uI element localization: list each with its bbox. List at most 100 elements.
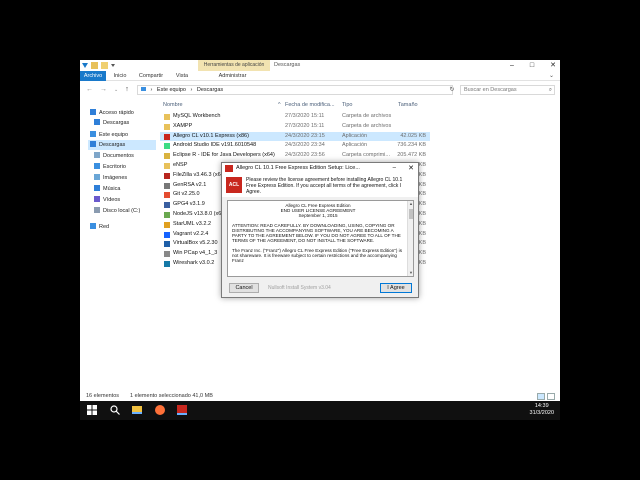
sidebar-item[interactable]: Acceso rápido: [90, 108, 134, 118]
quick-access-toolbar: [82, 62, 115, 69]
download-folder-icon: [90, 141, 96, 147]
scroll-up-icon[interactable]: ▲: [408, 201, 413, 207]
license-dialog: Allegro CL 10.1 Free Express Edition Set…: [221, 162, 419, 298]
sidebar-item[interactable]: Escritorio: [94, 162, 126, 172]
file-explorer-icon[interactable]: [132, 406, 142, 414]
firefox-icon[interactable]: [155, 405, 165, 415]
documents-icon: [94, 152, 100, 158]
filezilla-icon: [164, 172, 170, 179]
git-icon: [164, 192, 170, 199]
refresh-icon[interactable]: ↻: [447, 85, 457, 95]
computer-icon: [90, 131, 96, 137]
navigation-buttons: ← → ⌄ ↑: [86, 86, 129, 94]
file-row[interactable]: XAMPP 27/3/2020 15:11 Carpeta de archivos: [160, 122, 430, 132]
tab-vista[interactable]: Vista: [172, 71, 192, 81]
customize-toolbar-icon[interactable]: [111, 64, 115, 67]
tab-compartir[interactable]: Compartir: [136, 71, 166, 81]
window-controls: – □ ✕: [510, 60, 556, 71]
close-button[interactable]: ✕: [550, 60, 556, 71]
staruml-icon: [164, 221, 170, 228]
file-date: 24/3/2020 23:34: [285, 142, 325, 149]
system-clock[interactable]: 14:39 31/3/2020: [530, 403, 554, 417]
path-segment-descargas[interactable]: Descargas: [197, 87, 223, 93]
column-header-size[interactable]: Tamaño: [398, 100, 418, 110]
desktop-screen: Herramientas de aplicación Descargas – □…: [80, 60, 560, 420]
minimize-button[interactable]: –: [510, 60, 514, 71]
address-path[interactable]: › Este equipo › Descargas: [137, 85, 453, 95]
sidebar-item-label: Documentos: [103, 153, 134, 159]
winpcap-icon: [164, 251, 170, 258]
new-folder-icon[interactable]: [101, 62, 108, 69]
sidebar-item[interactable]: Disco local (C:): [94, 206, 140, 216]
column-header-name[interactable]: Nombre: [163, 100, 183, 110]
expand-ribbon-icon[interactable]: ⌄: [549, 71, 554, 81]
explorer-title-bar: Herramientas de aplicación Descargas – □…: [80, 60, 560, 71]
license-text-box[interactable]: Allegro CL Free Express Edition END USER…: [227, 200, 414, 277]
column-header-type[interactable]: Tipo: [342, 100, 353, 110]
file-row[interactable]: MySQL Workbench 27/3/2020 15:11 Carpeta de…: [160, 112, 430, 122]
sidebar-item[interactable]: Descargas: [94, 118, 129, 128]
sidebar-item[interactable]: Este equipo: [90, 130, 128, 140]
file-date: 27/3/2020 15:11: [285, 113, 325, 119]
sidebar-item[interactable]: Descargas: [88, 140, 156, 150]
tab-inicio[interactable]: Inicio: [110, 71, 130, 81]
dialog-close-button[interactable]: ✕: [408, 163, 414, 174]
path-segment-este-equipo[interactable]: Este equipo: [157, 87, 186, 93]
star-icon: [90, 109, 96, 115]
file-name: Android Studio IDE v191.6010548: [173, 142, 257, 149]
file-name: MySQL Workbench: [173, 113, 221, 119]
sidebar-item[interactable]: Imágenes: [94, 173, 127, 183]
column-header-date[interactable]: Fecha de modifica...: [285, 100, 335, 110]
file-name: eNSP: [173, 162, 188, 168]
up-arrow-icon[interactable]: ↑: [125, 86, 129, 94]
allegro-taskbar-icon[interactable]: [177, 405, 187, 415]
clock-date: 31/3/2020: [529, 410, 554, 416]
allegro-logo-icon: ACL: [226, 177, 242, 193]
sidebar-item-label: Imágenes: [103, 175, 128, 181]
folder-icon: [164, 163, 170, 169]
file-name: NodeJS v13.8.0 (x64): [173, 211, 227, 217]
file-name: GenRSA v2.1: [173, 181, 207, 188]
large-icons-view-icon[interactable]: [547, 393, 555, 400]
sidebar-item-label: Red: [99, 224, 110, 230]
search-icon: ⌕: [548, 87, 552, 93]
back-arrow-icon[interactable]: ←: [86, 86, 93, 94]
file-row[interactable]: Allegro CL v10.1 Express (x86) 24/3/2020 …: [160, 131, 430, 142]
scroll-thumb[interactable]: [409, 209, 413, 219]
scroll-down-icon[interactable]: ▼: [408, 270, 413, 276]
sidebar-item[interactable]: Red: [90, 222, 109, 232]
drive-icon: [94, 207, 100, 213]
license-text: Allegro CL Free Express Edition END USER…: [232, 203, 404, 263]
dialog-title-bar: Allegro CL 10.1 Free Express Edition Set…: [222, 163, 418, 174]
file-name: VirtualBox v5.2.30: [173, 240, 218, 247]
dialog-title: Allegro CL 10.1 Free Express Edition Set…: [236, 165, 360, 171]
tab-administrar[interactable]: Administrar: [205, 71, 260, 81]
file-size: 736.234 KB: [397, 142, 426, 149]
quick-access-down-icon[interactable]: [82, 63, 88, 68]
path-chevron: ›: [150, 87, 153, 93]
ribbon-tabs: Archivo Inicio Compartir Vista Administr…: [80, 71, 560, 81]
sidebar-item[interactable]: Vídeos: [94, 195, 120, 205]
i-agree-button[interactable]: I Agree: [380, 283, 412, 293]
forward-arrow-icon[interactable]: →: [100, 86, 107, 94]
cancel-button[interactable]: Cancel: [229, 283, 259, 293]
file-row[interactable]: Android Studio IDE v191.6010548 24/3/2020…: [160, 141, 430, 151]
recent-locations-icon[interactable]: ⌄: [114, 86, 118, 94]
license-scrollbar[interactable]: ▲ ▼: [407, 201, 413, 276]
search-icon[interactable]: [110, 405, 120, 415]
file-name: StarUML v3.2.2: [173, 220, 212, 227]
dialog-minimize-button[interactable]: –: [393, 163, 396, 174]
tab-archivo[interactable]: Archivo: [80, 71, 106, 81]
sidebar-item[interactable]: Música: [94, 184, 120, 194]
start-icon[interactable]: [87, 405, 97, 415]
details-view-icon[interactable]: [537, 393, 545, 400]
pictures-icon: [94, 174, 100, 180]
maximize-button[interactable]: □: [530, 60, 534, 71]
file-date: 24/3/2020 23:15: [285, 132, 325, 139]
search-input[interactable]: Buscar en Descargas ⌕: [460, 85, 555, 95]
file-type: Aplicación: [342, 132, 368, 139]
nsis-branding: Nullsoft Install System v3.04: [268, 285, 331, 291]
properties-icon[interactable]: [91, 62, 98, 69]
sidebar-item[interactable]: Documentos: [94, 151, 134, 161]
file-row[interactable]: Eclipse R - IDE for Java Developers (x64…: [160, 151, 430, 161]
